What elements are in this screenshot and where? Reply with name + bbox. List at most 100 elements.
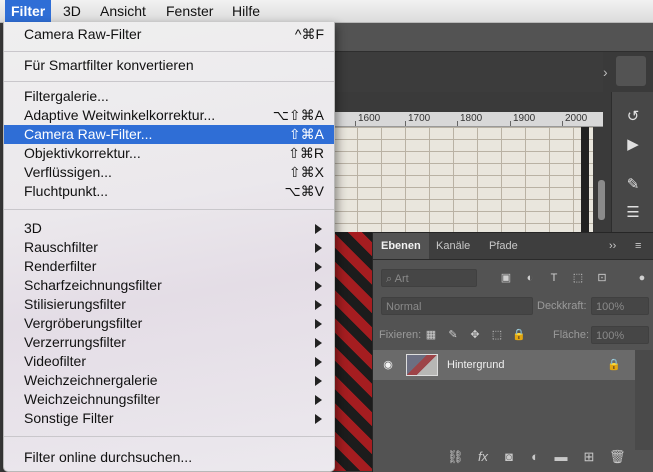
menu-item-label: Videofilter (24, 353, 87, 369)
layer-filter-label: Art (394, 273, 409, 285)
menu-item-rauschfilter[interactable]: Rauschfilter (4, 238, 334, 257)
delete-layer-icon[interactable]: 🗑 (609, 449, 626, 465)
menu-item-weichzeichnungsfilter[interactable]: Weichzeichnungsfilter (4, 390, 334, 409)
fill-field[interactable]: 100% (591, 326, 649, 344)
layer-filter-kind[interactable]: ⌕ Art (381, 269, 477, 287)
menu-item-shortcut: ⌥⇧⌘A (272, 107, 324, 123)
menu-item-fluchtpunkt[interactable]: Fluchtpunkt... ⌥⌘V (4, 182, 334, 201)
submenu-arrow-icon (315, 395, 322, 405)
menu-item-verfluessigen[interactable]: Verflüssigen... ⇧⌘X (4, 163, 334, 182)
submenu-arrow-icon (315, 224, 322, 234)
submenu-arrow-icon (315, 338, 322, 348)
menu-item-videofilter[interactable]: Videofilter (4, 352, 334, 371)
layers-bottom-toolbar: ⛓ fx ◙ ◐ ▬ ⊞ 🗑 (373, 441, 653, 472)
link-layers-icon[interactable]: ⛓ (447, 449, 464, 465)
opacity-field[interactable]: 100% (591, 297, 649, 315)
submenu-arrow-icon (315, 281, 322, 291)
menu-item-adaptive-weitwinkel[interactable]: Adaptive Weitwinkelkorrektur... ⌥⇧⌘A (4, 106, 334, 125)
ruler-tick-label: 1600 (358, 113, 381, 124)
menu-item-objektivkorrektur[interactable]: Objektivkorrektur... ⇧⌘R (4, 144, 334, 163)
visibility-eye-icon[interactable]: ◉ (381, 358, 395, 372)
lock-all-icon[interactable]: 🔒 (512, 328, 526, 342)
filter-pixel-icon[interactable]: ▣ (499, 271, 513, 285)
menu-hilfe[interactable]: Hilfe (226, 0, 266, 22)
submenu-arrow-icon (315, 357, 322, 367)
horizontal-ruler: 1600 1700 1800 1900 2000 (333, 112, 603, 127)
options-bar (333, 23, 653, 52)
menu-item-label: Sonstige Filter (24, 410, 114, 426)
new-group-icon[interactable]: ▬ (553, 449, 569, 465)
menu-item-smartfilter[interactable]: Für Smartfilter konvertieren (4, 56, 334, 75)
brush-icon[interactable]: ✎ (612, 172, 653, 198)
lock-artboard-icon[interactable]: ⬚ (490, 328, 504, 342)
tab-pfade[interactable]: Pfade (481, 233, 526, 259)
menu-item-label: Verflüssigen... (24, 164, 112, 180)
filter-adjustment-icon[interactable]: ◐ (523, 271, 537, 285)
menu-item-label: Für Smartfilter konvertieren (24, 57, 194, 73)
menu-item-label: Adaptive Weitwinkelkorrektur... (24, 107, 216, 123)
ruler-tick-label: 2000 (565, 113, 588, 124)
adjustment-layer-icon[interactable]: ◐ (527, 449, 543, 465)
layers-panel-tabs: Ebenen Kanäle Pfade ›› ≡ (373, 233, 653, 260)
layer-mask-icon[interactable]: ◙ (501, 449, 517, 465)
history-icon[interactable]: ↺ (612, 104, 653, 130)
layer-name[interactable]: Hintergrund (447, 350, 504, 380)
adjustments-icon[interactable]: ☰ (612, 200, 653, 226)
ruler-tick-label: 1800 (460, 113, 483, 124)
menu-item-stilisierungsfilter[interactable]: Stilisierungsfilter (4, 295, 334, 314)
menu-item-verzerrungsfilter[interactable]: Verzerrungsfilter (4, 333, 334, 352)
submenu-arrow-icon (315, 243, 322, 253)
menu-item-shortcut: ⇧⌘A (288, 126, 324, 142)
menu-item-vergroeberungsfilter[interactable]: Vergröberungsfilter (4, 314, 334, 333)
new-layer-icon[interactable]: ⊞ (581, 449, 597, 465)
panel-menu-icon[interactable]: ≡ (635, 233, 641, 259)
blend-mode-select[interactable]: Normal (381, 297, 533, 315)
filter-menu: Camera Raw-Filter ^⌘F Für Smartfilter ko… (3, 22, 335, 472)
canvas-scrollbar-thumb[interactable] (598, 180, 605, 220)
menu-item-label: 3D (24, 220, 42, 236)
lock-transparency-icon[interactable]: ▦ (424, 328, 438, 342)
panel-collapse-icon[interactable]: ›› (609, 233, 616, 259)
menu-item-camera-raw-filter[interactable]: Camera Raw-Filter... ⇧⌘A (4, 125, 334, 144)
lock-pixels-icon[interactable]: ✎ (446, 328, 460, 342)
menu-item-renderfilter[interactable]: Renderfilter (4, 257, 334, 276)
filter-smartobject-icon[interactable]: ⊡ (595, 271, 609, 285)
menu-item-shortcut: ⇧⌘R (288, 145, 324, 161)
layer-style-icon[interactable]: fx (475, 449, 491, 465)
menu-item-filter-online[interactable]: Filter online durchsuchen... (4, 448, 334, 467)
filter-shape-icon[interactable]: ⬚ (571, 271, 585, 285)
layers-scrollbar[interactable] (635, 350, 653, 450)
menu-item-camera-raw-last[interactable]: Camera Raw-Filter ^⌘F (4, 25, 334, 44)
layer-lock-icon: 🔒 (607, 359, 621, 371)
lock-position-icon[interactable]: ✥ (468, 328, 482, 342)
filter-toggle-icon[interactable]: ● (635, 271, 649, 285)
menu-item-scharfzeichnungsfilter[interactable]: Scharfzeichnungsfilter (4, 276, 334, 295)
panel-toggle-button[interactable] (616, 56, 646, 86)
search-icon: ⌕ (386, 273, 393, 285)
menu-item-shortcut: ⌥⌘V (284, 183, 324, 199)
play-icon[interactable]: ▶ (612, 132, 653, 158)
menu-item-shortcut: ⇧⌘X (288, 164, 324, 180)
tab-ebenen[interactable]: Ebenen (373, 233, 429, 259)
menu-item-3d[interactable]: 3D (4, 219, 334, 238)
menu-item-label: Rauschfilter (24, 239, 98, 255)
filter-type-icon[interactable]: T (547, 271, 561, 285)
menu-ansicht[interactable]: Ansicht (94, 0, 152, 22)
menu-item-shortcut: ^⌘F (294, 26, 324, 42)
menu-item-label: Scharfzeichnungsfilter (24, 277, 162, 293)
menu-item-sonstige-filter[interactable]: Sonstige Filter (4, 409, 334, 428)
submenu-arrow-icon (315, 262, 322, 272)
ruler-tick-label: 1700 (408, 113, 431, 124)
menu-fenster[interactable]: Fenster (160, 0, 219, 22)
menu-separator (4, 51, 334, 52)
menu-separator (4, 436, 334, 437)
menu-item-label: Renderfilter (24, 258, 97, 274)
layer-row[interactable]: ◉ Hintergrund 🔒 (373, 350, 635, 380)
tab-kanaele[interactable]: Kanäle (428, 233, 478, 259)
menu-item-weichzeichnergalerie[interactable]: Weichzeichnergalerie (4, 371, 334, 390)
menu-filter[interactable]: Filter (5, 0, 52, 22)
menu-3d[interactable]: 3D (57, 0, 87, 22)
menu-item-filtergalerie[interactable]: Filtergalerie... (4, 87, 334, 106)
layer-thumbnail (406, 354, 438, 376)
menu-item-label: Filtergalerie... (24, 88, 109, 104)
